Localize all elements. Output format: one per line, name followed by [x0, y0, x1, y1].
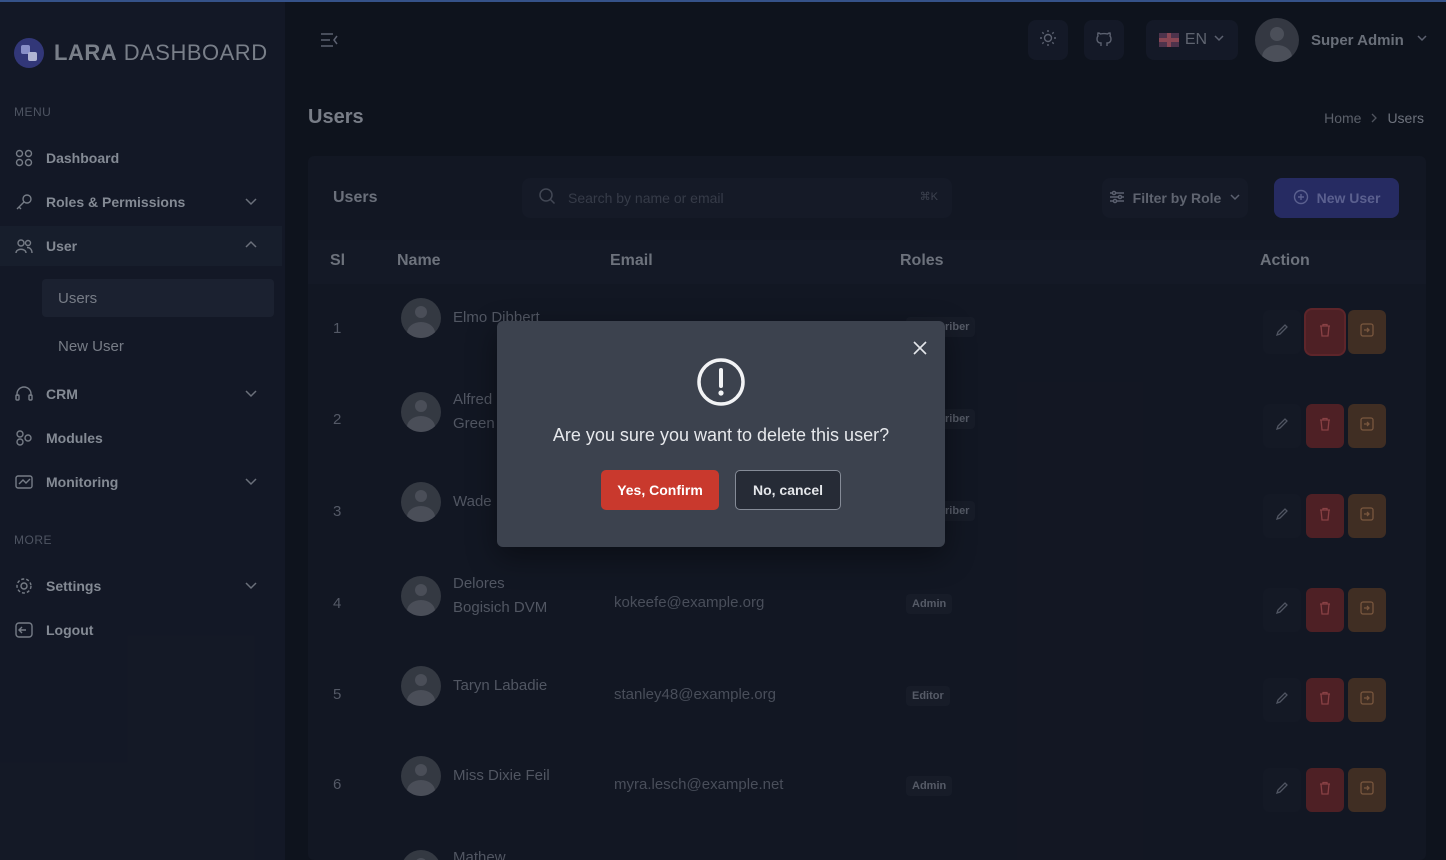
- cancel-button[interactable]: No, cancel: [735, 470, 841, 510]
- modal-message: Are you sure you want to delete this use…: [552, 425, 890, 445]
- confirm-delete-button[interactable]: Yes, Confirm: [601, 470, 719, 510]
- warning-icon: [697, 358, 745, 406]
- close-icon[interactable]: [911, 339, 929, 357]
- delete-confirm-dialog: Are you sure you want to delete this use…: [497, 321, 945, 547]
